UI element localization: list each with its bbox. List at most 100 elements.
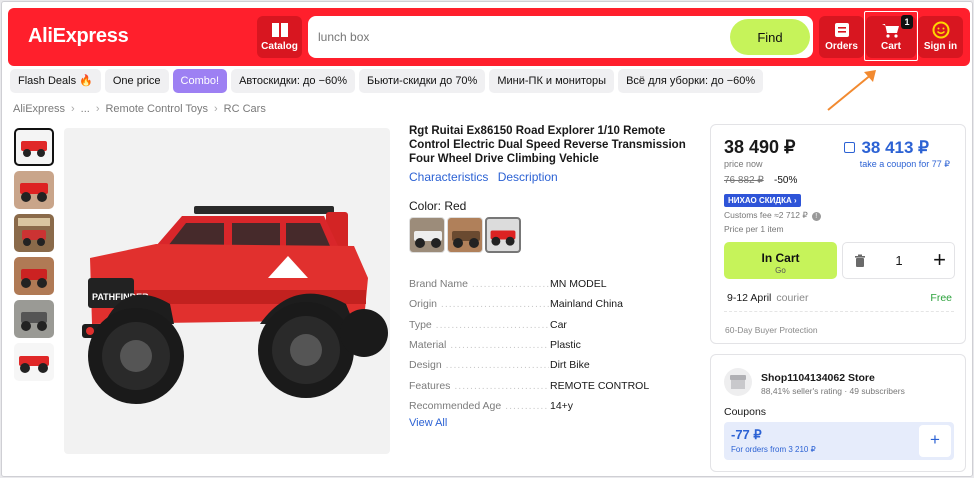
chip-auto-discounts[interactable]: Автоскидки: до −60%	[231, 69, 356, 93]
spec-row: MaterialPlastic	[409, 335, 689, 355]
spec-key: Origin	[409, 298, 549, 310]
customs-fee: Customs fee ≈2 712 ₽!	[724, 210, 821, 221]
car-thumb-image	[19, 356, 49, 373]
thumbnail-list	[14, 128, 56, 386]
trash-icon[interactable]	[853, 254, 867, 268]
chip-combo[interactable]: Combo!	[172, 69, 228, 93]
divider	[724, 311, 954, 312]
delivery-cost: Free	[930, 292, 952, 304]
breadcrumb-item[interactable]: Remote Control Toys	[105, 103, 208, 115]
spec-row: Recommended Age14+y	[409, 396, 689, 416]
chip-label: Flash Deals	[18, 75, 77, 87]
delivery-type: courier	[776, 292, 809, 304]
pointer-arrow	[827, 70, 876, 111]
delivery-info: 9-12 April courier	[727, 292, 808, 304]
buyer-protection[interactable]: 60-Day Buyer Protection	[725, 325, 818, 335]
catalog-button[interactable]: Catalog	[257, 16, 302, 58]
chip-flash-deals[interactable]: Flash Deals 🔥	[10, 69, 101, 93]
aliexpress-logo[interactable]: AliExpress	[28, 25, 129, 48]
quantity-value[interactable]: 1	[893, 253, 905, 268]
car-thumb-image	[20, 183, 48, 202]
color-swatch-selected[interactable]	[485, 217, 521, 253]
fire-icon: 🔥	[79, 75, 93, 87]
find-button[interactable]: Find	[730, 19, 810, 55]
spec-list: Brand NameMN MODEL OriginMainland China …	[409, 274, 689, 416]
page-frame: AliExpress Catalog Find Orders Cart 1 Si…	[1, 1, 973, 477]
add-coupon-button[interactable]: +	[919, 425, 951, 457]
car-thumb-image	[21, 141, 47, 157]
category-chips: Flash Deals 🔥 One price Combo! Автоскидк…	[10, 69, 764, 93]
breadcrumb: AliExpress › ... › Remote Control Toys ›…	[13, 103, 266, 115]
smiley-icon	[932, 21, 949, 39]
product-tabs: Characteristics Description	[409, 170, 564, 184]
go-label: Go	[775, 266, 786, 275]
thumbnail[interactable]	[14, 128, 54, 166]
chevron-right-icon: ›	[214, 103, 218, 115]
spec-value: REMOTE CONTROL	[550, 379, 650, 392]
orders-label: Orders	[825, 41, 858, 52]
thumbnail[interactable]	[14, 171, 54, 209]
chip-mini-pc[interactable]: Мини-ПК и мониторы	[489, 69, 615, 93]
car-thumb-image	[21, 269, 47, 288]
thumbnail[interactable]	[14, 214, 54, 252]
promo-badge[interactable]: НИХАО СКИДКА ›	[724, 194, 801, 207]
spec-key: Material	[409, 339, 549, 351]
chip-one-price[interactable]: One price	[104, 69, 169, 93]
info-icon[interactable]: !	[811, 212, 821, 221]
spec-row: OriginMainland China	[409, 294, 689, 314]
price-now-label: price now	[724, 159, 763, 169]
car-thumb-image	[21, 312, 47, 331]
breadcrumb-item[interactable]: AliExpress	[13, 103, 65, 115]
spec-row: DesignDirt Bike	[409, 355, 689, 375]
view-all-link[interactable]: View All	[409, 417, 447, 429]
customs-fee-text: Customs fee ≈2 712 ₽	[724, 210, 808, 220]
product-main-image[interactable]: PATHFINDER	[64, 128, 390, 454]
breadcrumb-item[interactable]: RC Cars	[224, 103, 266, 115]
chevron-right-icon: ›	[95, 103, 100, 115]
thumbnail[interactable]	[14, 343, 54, 381]
color-swatches	[409, 217, 521, 253]
top-header: AliExpress Catalog Find Orders Cart 1 Si…	[8, 8, 970, 66]
current-price: 38 490 ₽	[724, 137, 796, 157]
price-card: 38 490 ₽ price now 38 413 ₽ take a coupo…	[710, 124, 966, 344]
spec-value: Car	[550, 318, 567, 331]
cart-count-badge: 1	[901, 15, 913, 29]
chevron-right-icon: ›	[70, 103, 75, 115]
chip-beauty-discounts[interactable]: Бьюти-скидки до 70%	[359, 69, 486, 93]
thumbnail[interactable]	[14, 300, 54, 338]
spec-key: Design	[409, 359, 549, 371]
coupon-price[interactable]: 38 413 ₽	[861, 138, 929, 158]
store-coupon[interactable]: -77 ₽ For orders from 3 210 ₽ +	[724, 422, 954, 460]
tab-characteristics[interactable]: Characteristics	[409, 170, 488, 184]
color-swatch[interactable]	[409, 217, 445, 253]
spec-row: TypeCar	[409, 315, 689, 335]
coupon-note[interactable]: take a coupon for 77 ₽	[860, 159, 950, 170]
store-icon[interactable]	[724, 368, 752, 396]
color-swatch[interactable]	[447, 217, 483, 253]
signin-button[interactable]: Sign in	[918, 16, 963, 58]
book-icon	[271, 23, 288, 37]
search-bar: Find	[308, 16, 813, 58]
store-meta: 88,41% seller's rating · 49 subscribers	[761, 386, 905, 396]
chip-cleaning[interactable]: Всё для уборки: до −60%	[618, 69, 764, 93]
tab-description[interactable]: Description	[498, 170, 558, 184]
spec-value: 14+y	[550, 399, 574, 412]
search-input[interactable]	[318, 28, 698, 46]
coupon-checkbox[interactable]	[844, 142, 855, 153]
spec-value: Mainland China	[550, 298, 623, 311]
store-name[interactable]: Shop1104134062 Store	[761, 372, 875, 384]
orders-button[interactable]: Orders	[819, 16, 864, 58]
old-price: 76 882 ₽	[724, 175, 764, 186]
plus-icon[interactable]: +	[933, 247, 946, 273]
coupon-amount: -77 ₽	[731, 427, 762, 442]
thumbnail[interactable]	[14, 257, 54, 295]
spec-row: Brand NameMN MODEL	[409, 274, 689, 294]
catalog-label: Catalog	[261, 41, 298, 52]
in-cart-button[interactable]: In Cart Go	[724, 242, 837, 279]
in-cart-label: In Cart	[761, 251, 800, 265]
product-title: Rgt Ruitai Ex86150 Road Explorer 1/10 Re…	[409, 125, 686, 165]
spec-key: Type	[409, 319, 549, 331]
signin-label: Sign in	[923, 41, 958, 52]
breadcrumb-item[interactable]: ...	[81, 103, 90, 115]
spec-row: FeaturesREMOTE CONTROL	[409, 375, 689, 395]
